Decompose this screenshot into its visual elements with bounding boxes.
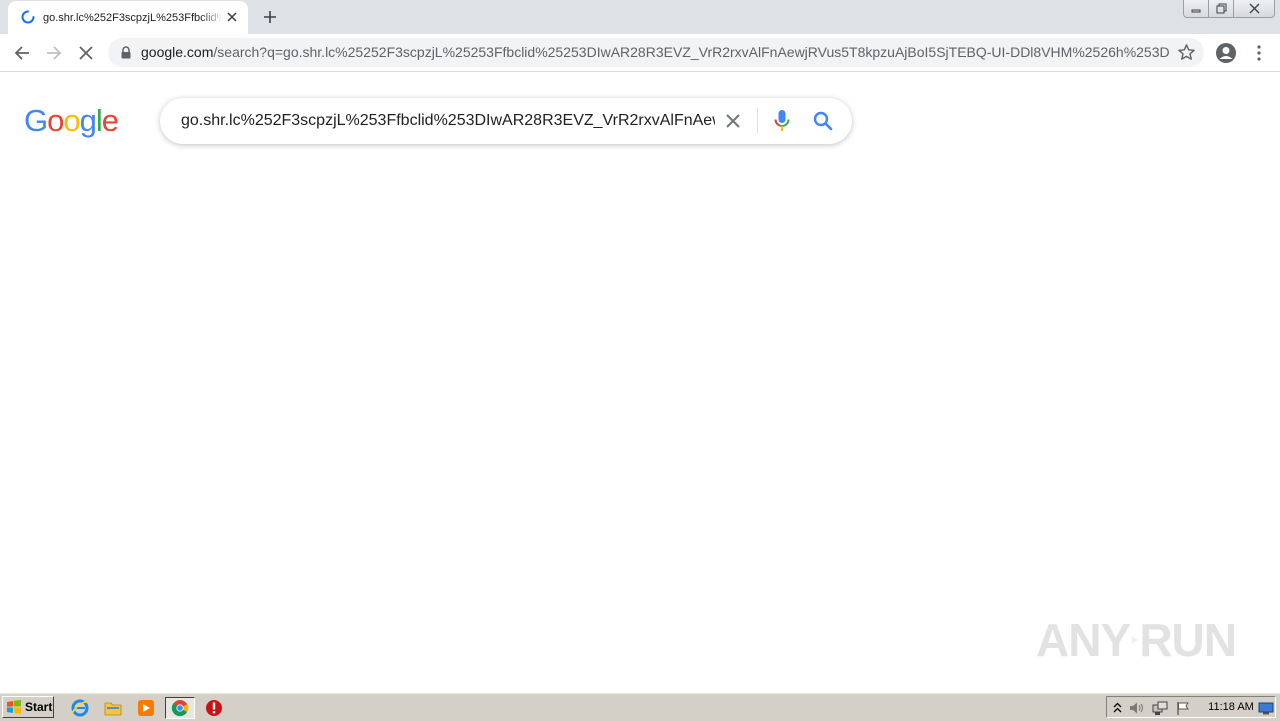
logo-letter: G <box>24 103 48 138</box>
logo-letter: o <box>47 103 64 138</box>
anyrun-watermark: ANY RUN <box>1036 608 1237 672</box>
taskbar-stop-app[interactable] <box>202 697 226 719</box>
microphone-icon[interactable] <box>773 109 791 133</box>
forward-button[interactable] <box>41 40 67 66</box>
browser-tab[interactable]: go.shr.lc%252F3scpzjL%253Ffbclid%253DIwA… <box>8 1 248 34</box>
window-restore-button[interactable] <box>1208 0 1234 18</box>
taskbar-media-player[interactable] <box>134 697 158 719</box>
lock-icon <box>121 46 131 59</box>
start-label: Start <box>25 700 53 714</box>
taskbar-clock[interactable]: 11:18 AM <box>1206 700 1256 714</box>
network-icon <box>1152 701 1168 715</box>
window-close-button[interactable] <box>1233 0 1275 18</box>
google-logo[interactable]: Google <box>24 103 119 139</box>
taskbar-chrome[interactable] <box>165 697 195 719</box>
search-icon[interactable] <box>812 110 834 132</box>
chevron-up-icon <box>1113 702 1121 713</box>
speaker-icon <box>1130 702 1144 714</box>
bookmark-star-icon[interactable] <box>1177 43 1196 62</box>
stop-x-icon <box>79 46 93 60</box>
network-button[interactable] <box>1152 700 1168 716</box>
tab-close-button[interactable] <box>225 10 239 24</box>
arrow-right-icon <box>47 46 62 60</box>
flag-icon <box>1177 701 1189 715</box>
play-triangle-icon <box>1132 637 1138 643</box>
system-tray: 11:18 AM <box>1106 696 1276 718</box>
restore-icon <box>1216 3 1226 14</box>
tab-title: go.shr.lc%252F3scpzjL%253Ffbclid%253DIwA… <box>43 10 223 26</box>
internet-explorer-icon <box>71 699 89 717</box>
watermark-text-right: RUN <box>1139 614 1237 666</box>
back-button[interactable] <box>9 40 35 66</box>
close-icon <box>227 12 237 22</box>
browser-toolbar: google.com/search?q=go.shr.lc%25252F3scp… <box>0 34 1280 72</box>
new-tab-button[interactable] <box>259 6 281 28</box>
red-stop-icon <box>206 700 222 716</box>
url-domain: google.com <box>141 44 214 60</box>
tab-strip: go.shr.lc%252F3scpzjL%253Ffbclid%253DIwA… <box>0 0 1280 34</box>
menu-button[interactable] <box>1246 40 1272 66</box>
taskbar-file-explorer[interactable] <box>101 697 125 719</box>
loading-spinner-icon <box>21 10 35 24</box>
search-input[interactable]: go.shr.lc%252F3scpzjL%253Ffbclid%253DIwA… <box>181 111 715 131</box>
logo-letter: e <box>101 103 119 138</box>
folder-icon <box>104 702 122 716</box>
url-path: /search?q=go.shr.lc%25252F3scpzjL%25253F… <box>213 44 1171 60</box>
desktop-icon <box>1258 702 1274 714</box>
url-text[interactable]: google.com/search?q=go.shr.lc%25252F3scp… <box>141 44 1171 61</box>
close-icon <box>726 114 740 128</box>
action-center-button[interactable] <box>1175 700 1191 716</box>
show-desktop-button[interactable] <box>1258 700 1274 716</box>
taskbar-internet-explorer[interactable] <box>68 697 92 719</box>
logo-letter: g <box>79 103 97 138</box>
media-player-icon <box>138 700 154 716</box>
clear-search-button[interactable] <box>723 111 743 131</box>
start-button[interactable]: Start <box>2 696 54 718</box>
plus-icon <box>264 11 276 23</box>
windows-taskbar: Start 11:18 AM <box>0 692 1280 721</box>
watermark-text-left: ANY <box>1036 614 1131 666</box>
chrome-icon <box>171 700 189 717</box>
close-icon <box>1249 3 1259 14</box>
account-circle-icon <box>1216 43 1236 63</box>
logo-letter: o <box>63 103 80 138</box>
search-divider <box>757 108 758 134</box>
more-vertical-icon <box>1257 45 1261 61</box>
search-box: go.shr.lc%252F3scpzjL%253Ffbclid%253DIwA… <box>160 98 852 144</box>
show-hidden-icons-button[interactable] <box>1109 700 1125 716</box>
profile-button[interactable] <box>1213 40 1239 66</box>
volume-button[interactable] <box>1129 700 1145 716</box>
address-bar[interactable]: google.com/search?q=go.shr.lc%25252F3scp… <box>108 38 1204 67</box>
arrow-left-icon <box>14 46 29 60</box>
stop-loading-button[interactable] <box>73 40 99 66</box>
windows-logo-icon <box>7 700 21 714</box>
window-minimize-button[interactable] <box>1183 0 1209 18</box>
minimize-icon <box>1191 9 1201 12</box>
